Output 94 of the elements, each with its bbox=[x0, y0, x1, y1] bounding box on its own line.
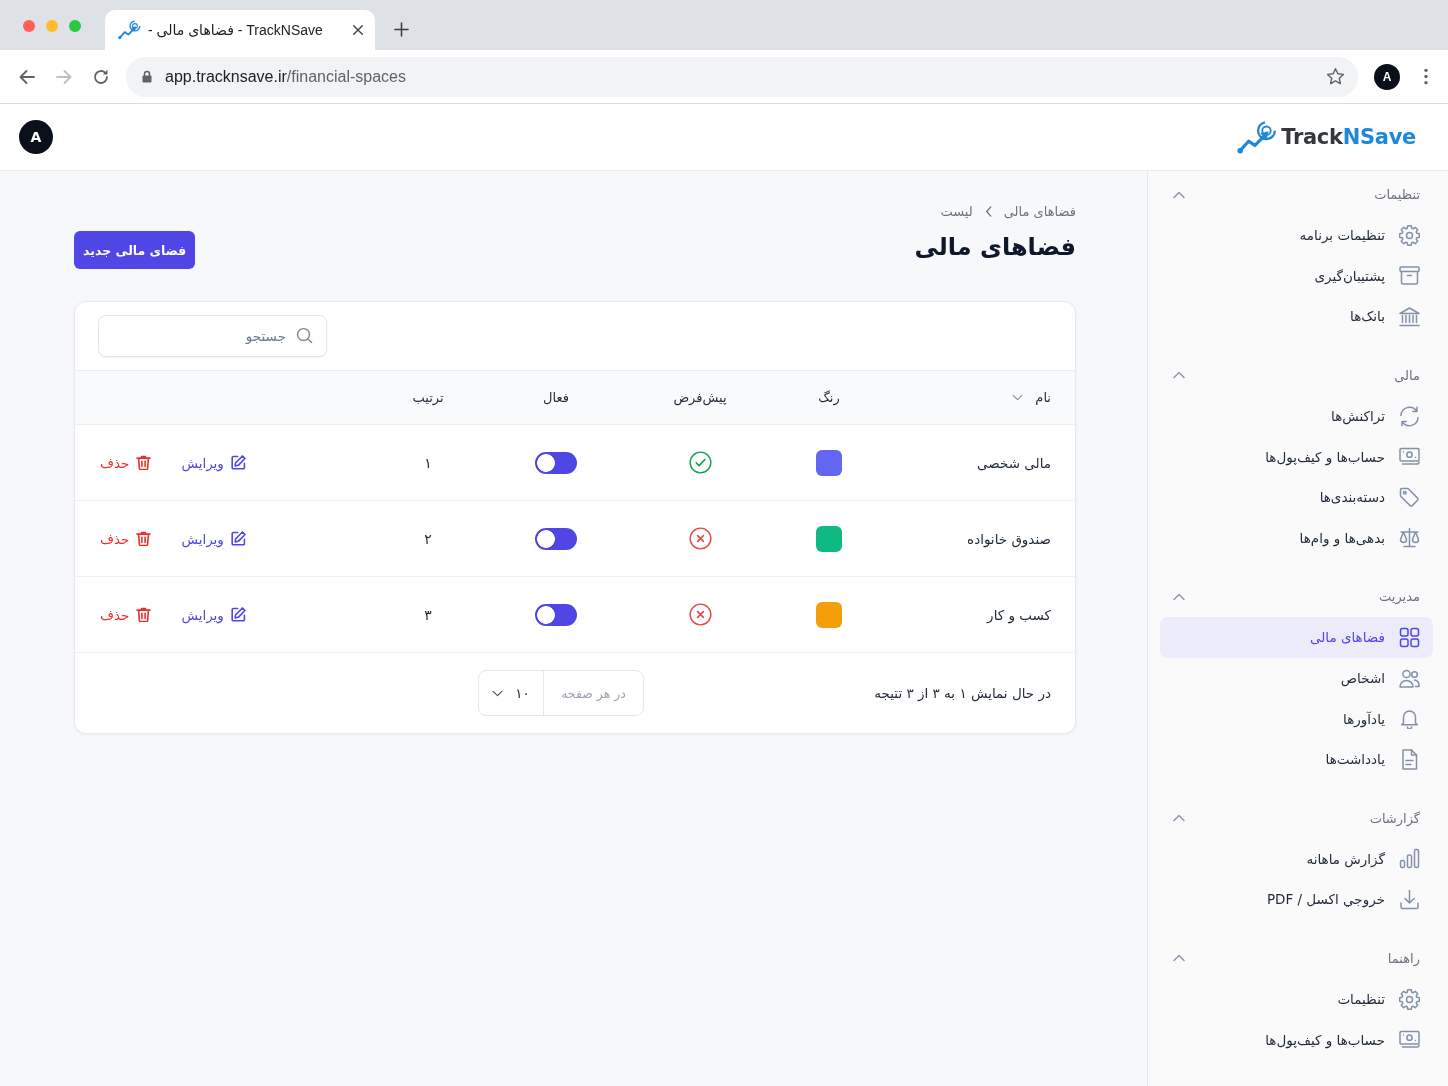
space-name: مالی شخصی bbox=[977, 454, 1051, 471]
section-heading: مدیریت bbox=[1379, 589, 1420, 605]
new-space-button[interactable]: فضای مالی جدید bbox=[74, 231, 196, 269]
sidebar-item[interactable]: حساب‌ها و کیف‌پول‌ها bbox=[1160, 1019, 1433, 1060]
sidebar-item[interactable]: پشتیبان‌گیری bbox=[1160, 255, 1433, 297]
chevron-down-icon bbox=[492, 689, 504, 697]
download-icon bbox=[1399, 888, 1420, 910]
chevron-up-icon[interactable] bbox=[1173, 954, 1185, 963]
column-header: رنگ bbox=[818, 390, 840, 405]
close-icon[interactable] bbox=[352, 24, 364, 36]
trash-icon bbox=[136, 531, 152, 546]
breadcrumb-item: لیست bbox=[940, 203, 973, 219]
chevron-up-icon[interactable] bbox=[1173, 190, 1185, 199]
trash-icon bbox=[136, 607, 152, 622]
star-icon[interactable] bbox=[1326, 67, 1345, 86]
search-icon bbox=[296, 327, 313, 344]
edit-icon bbox=[230, 455, 246, 470]
gear-icon bbox=[1399, 988, 1420, 1010]
chevron-left-icon bbox=[984, 205, 992, 217]
sidebar-item[interactable]: بانک‌ها bbox=[1160, 296, 1433, 337]
banknote-icon bbox=[1399, 1029, 1420, 1051]
banknote-icon bbox=[1399, 446, 1420, 468]
search-field[interactable]: جستجو bbox=[98, 315, 327, 357]
toggle-switch[interactable] bbox=[535, 603, 577, 626]
section-heading: مالی bbox=[1394, 367, 1420, 383]
order-number: ۳ bbox=[424, 606, 432, 623]
edit-button[interactable]: ویرایش bbox=[181, 454, 246, 471]
bell-icon bbox=[1399, 708, 1420, 730]
column-header: ترتیب bbox=[412, 390, 444, 405]
reload-icon[interactable] bbox=[92, 67, 110, 86]
column-header: فعال bbox=[543, 390, 569, 405]
gear-icon bbox=[1399, 224, 1420, 246]
sidebar-item[interactable]: گزارش ماهانه bbox=[1160, 838, 1433, 880]
breadcrumb-item[interactable]: فضاهای مالی bbox=[1003, 203, 1076, 219]
bank-icon bbox=[1399, 306, 1420, 327]
chevron-up-icon[interactable] bbox=[1173, 592, 1185, 601]
profile-avatar[interactable]: A bbox=[1374, 63, 1400, 90]
sidebar-item[interactable]: تنظیمات برنامه bbox=[1160, 215, 1433, 256]
back-arrow-icon[interactable] bbox=[18, 67, 36, 86]
column-header[interactable]: نام bbox=[1035, 390, 1051, 405]
toggle-switch[interactable] bbox=[535, 451, 577, 474]
delete-button[interactable]: حذف bbox=[100, 454, 152, 471]
address-bar[interactable]: app.tracknsave.ir/financial-spaces bbox=[126, 56, 1358, 97]
edit-icon bbox=[230, 607, 246, 622]
section-heading: گزارشات bbox=[1369, 810, 1420, 826]
logo-text: TrackNSave bbox=[1281, 125, 1416, 149]
menu-icon[interactable] bbox=[1424, 68, 1428, 85]
results-summary: در حال نمایش ۱ به ۳ از ۳ تتیجه bbox=[873, 685, 1052, 701]
trash-icon bbox=[136, 455, 152, 470]
edit-icon bbox=[230, 531, 246, 546]
space-name: صندوق خانواده bbox=[967, 530, 1051, 547]
tag-icon bbox=[1399, 486, 1420, 508]
space-name: کسب و کار bbox=[987, 606, 1051, 623]
sidebar-item[interactable]: بدهی‌ها و وام‌ها bbox=[1160, 517, 1433, 559]
refresh-icon bbox=[1399, 405, 1420, 427]
sidebar-item[interactable]: تراکنش‌ها bbox=[1160, 395, 1433, 437]
window-maximize-icon[interactable] bbox=[69, 20, 81, 32]
logo-icon bbox=[1237, 119, 1278, 155]
sidebar-item[interactable]: دسته‌بندی‌ها bbox=[1160, 476, 1433, 518]
delete-button[interactable]: حذف bbox=[100, 606, 152, 623]
chevron-up-icon[interactable] bbox=[1173, 814, 1185, 823]
lock-icon bbox=[142, 70, 152, 83]
page-title: فضاهای مالی bbox=[914, 232, 1076, 263]
order-number: ۱ bbox=[424, 454, 432, 471]
section-heading: راهنما bbox=[1387, 950, 1420, 966]
browser-tab[interactable]: - فضاهای مالی - TrackNSave bbox=[105, 10, 375, 50]
logo-icon bbox=[118, 20, 141, 40]
page-size-label: در هر صفحه bbox=[543, 671, 643, 715]
sidebar-item[interactable]: تنظیمات bbox=[1160, 978, 1433, 1020]
window-close-icon[interactable] bbox=[23, 20, 35, 32]
section-heading: تنظیمات bbox=[1374, 187, 1420, 202]
sidebar-item[interactable]: یادآورها bbox=[1160, 698, 1433, 739]
users-icon bbox=[1399, 667, 1420, 689]
delete-button[interactable]: حذف bbox=[100, 530, 152, 547]
order-number: ۲ bbox=[424, 530, 432, 547]
column-header: پیش‌فرض bbox=[673, 390, 727, 405]
archive-box-icon bbox=[1399, 265, 1420, 287]
sidebar-item[interactable]: یادداشت‌ها bbox=[1160, 738, 1433, 780]
sidebar-item[interactable]: فضاهای مالی bbox=[1160, 617, 1433, 658]
grid-icon bbox=[1399, 626, 1420, 648]
page-size-select[interactable]: در هر صفحه ۱۰ bbox=[478, 670, 644, 716]
edit-button[interactable]: ویرایش bbox=[181, 606, 246, 623]
bar-chart-icon bbox=[1399, 848, 1420, 870]
chevron-up-icon[interactable] bbox=[1173, 371, 1185, 380]
user-avatar[interactable]: A bbox=[19, 120, 53, 154]
sidebar-item[interactable]: حساب‌ها و کیف‌پول‌ها bbox=[1160, 436, 1433, 477]
plus-icon[interactable] bbox=[394, 22, 409, 37]
edit-button[interactable]: ویرایش bbox=[181, 530, 246, 547]
toggle-switch[interactable] bbox=[535, 527, 577, 550]
chevron-down-icon[interactable] bbox=[1012, 394, 1024, 401]
scale-icon bbox=[1399, 527, 1420, 549]
sidebar-item[interactable]: خروجي اکسل / PDF bbox=[1160, 879, 1433, 920]
document-icon bbox=[1399, 748, 1420, 770]
sidebar-item[interactable]: اشخاص bbox=[1160, 657, 1433, 699]
